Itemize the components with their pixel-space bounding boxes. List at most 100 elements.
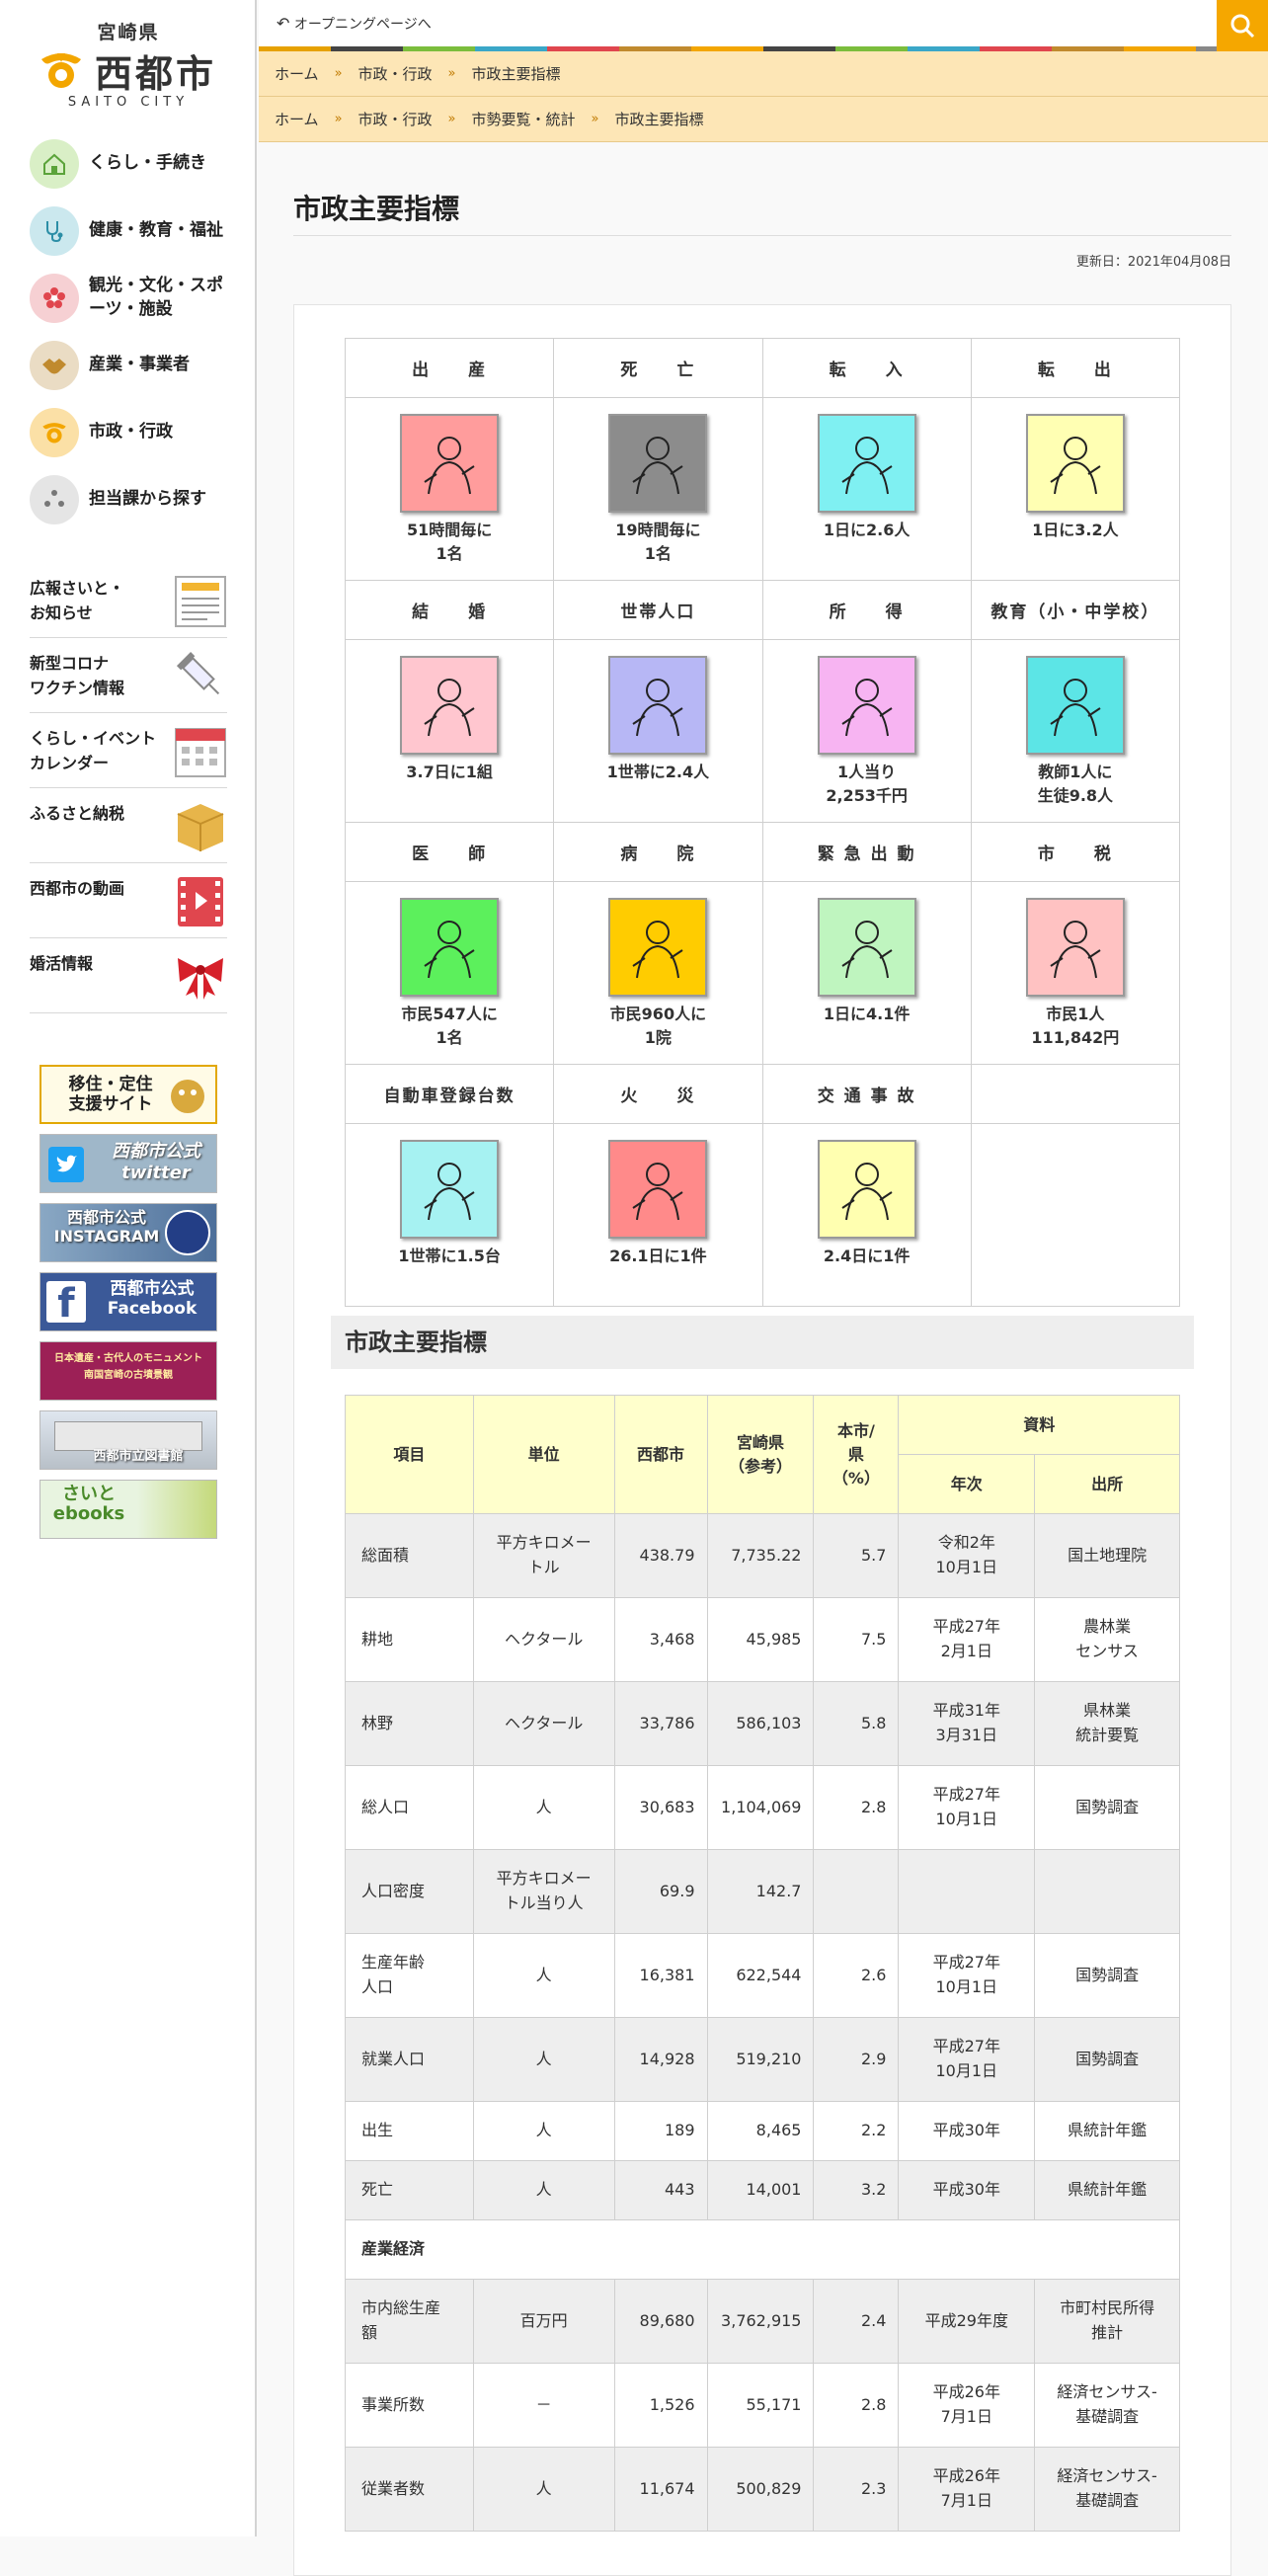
- indicator-caption: 1日に3.2人: [1032, 521, 1119, 539]
- banner-ebooks[interactable]: さいと ebooks: [40, 1480, 217, 1539]
- hospital-icon: [608, 898, 708, 997]
- cell-ratio: 7.5: [813, 1597, 900, 1682]
- banner-instagram[interactable]: 西都市公式 INSTAGRAM: [40, 1203, 217, 1262]
- breadcrumb-statistics[interactable]: 市勢要覧・統計: [472, 109, 576, 129]
- indicator-heading: 転 入: [761, 338, 972, 398]
- side-link-hometown-tax[interactable]: ふるさと納税: [30, 788, 227, 863]
- nav-label: 産業・事業者: [89, 355, 190, 375]
- table-row: 従業者数人 11,674 500,829 2.3 平成26年 7月1日 経済センサス- 基…: [345, 2447, 1180, 2532]
- table-row: 事業所数－ 1,526 55,171 2.8 平成26年 7月1日 経済センサス- 基礎調…: [345, 2363, 1180, 2448]
- side-link-marriage-info[interactable]: 婚活情報: [30, 938, 227, 1013]
- flower-icon: [30, 274, 79, 323]
- cell-unit: ヘクタール: [472, 1597, 615, 1682]
- city-emblem-icon[interactable]: [38, 49, 85, 91]
- indicator-caption: 1世帯に1.5台: [398, 1247, 501, 1265]
- table-row: 総面積 平方キロメー トル 438.79 7,735.22 5.7 令和2年 10月1日国…: [345, 1513, 1180, 1598]
- indicator-caption: 1人当り 2,253千円: [826, 763, 908, 805]
- breadcrumb-current: 市政主要指標: [614, 111, 704, 128]
- cell-city: 189: [613, 2101, 708, 2161]
- nav-label: 担当課から探す: [89, 489, 206, 510]
- nav-living-procedures[interactable]: くらし・手続き: [30, 136, 237, 192]
- banner-relocation-support[interactable]: 移住・定住 支援サイト: [40, 1065, 217, 1124]
- cell-origin: 県統計年鑑: [1034, 2101, 1180, 2161]
- cell-pref: 519,210: [706, 2017, 815, 2102]
- side-link-event-calendar[interactable]: くらし・イベント カレンダー: [30, 713, 227, 788]
- indicator-cell: 3.7日に1組: [344, 639, 555, 823]
- cell-city: 16,381: [613, 1933, 708, 2018]
- side-link-public-relations[interactable]: 広報さいと・ お知らせ: [30, 563, 227, 638]
- nav-search-by-department[interactable]: 担当課から探す: [30, 472, 237, 527]
- nav-label: 市政・行政: [89, 422, 173, 443]
- wedding-icon: [400, 656, 500, 755]
- indicator-heading: 交 通 事 故: [761, 1064, 972, 1124]
- cell-ratio: 2.8: [813, 1765, 900, 1850]
- move-out-icon: [1025, 414, 1125, 513]
- nav-city-administration[interactable]: 市政・行政: [30, 405, 237, 460]
- syringe-icon: [176, 651, 220, 695]
- nav-industry-business[interactable]: 産業・事業者: [30, 338, 237, 393]
- side-link-vaccine[interactable]: 新型コロナ ワクチン情報: [30, 638, 227, 713]
- indicator-heading: 転 出: [970, 338, 1181, 398]
- indicator-heading: 出 産: [344, 338, 555, 398]
- indicator-cell: 1日に2.6人: [761, 397, 972, 581]
- death-icon: [608, 414, 708, 513]
- teacher-icon: [1025, 656, 1125, 755]
- cell-year: 平成29年度: [898, 2279, 1036, 2364]
- nav-label: 健康・教育・福祉: [89, 220, 223, 241]
- banner-kofun-heritage[interactable]: 日本遺産・古代人のモニュメント 南国宮崎の古墳景観: [40, 1341, 217, 1401]
- indicator-caption: 1日に2.6人: [823, 521, 911, 539]
- side-link-city-videos[interactable]: 西都市の動画: [30, 863, 227, 938]
- table-subheading-row: 産業経済: [345, 2219, 1180, 2280]
- breadcrumb-current: 市政主要指標: [471, 65, 561, 83]
- cell-year: 平成27年 10月1日: [898, 1765, 1036, 1850]
- fire-icon: [608, 1140, 708, 1239]
- nav-label: 観光・文化・スポーツ・施設: [89, 276, 223, 319]
- cell-unit: 平方キロメー トル: [472, 1513, 615, 1598]
- cell-city: 3,468: [613, 1597, 708, 1682]
- video-icon: [178, 877, 223, 926]
- cell-origin: 国勢調査: [1034, 2017, 1180, 2102]
- cell-item: 総面積: [345, 1513, 474, 1598]
- tax-icon: [1025, 898, 1125, 997]
- breadcrumb-separator: »: [447, 112, 456, 126]
- table-row: 出生人 189 8,465 2.2 平成30年 県統計年鑑: [345, 2101, 1180, 2161]
- search-button[interactable]: [1217, 0, 1268, 51]
- cell-pref: 55,171: [706, 2363, 815, 2448]
- breadcrumb-administration[interactable]: 市政・行政: [358, 63, 433, 84]
- cell-pref: 8,465: [706, 2101, 815, 2161]
- cell-year: 平成31年 3月31日: [898, 1681, 1036, 1766]
- indicator-heading: 世帯人口: [553, 580, 763, 640]
- indicator-cell: 1世帯に2.4人: [553, 639, 763, 823]
- indicator-grid: 出 産死 亡転 入転 出 51時間毎に 1名 19時間毎に 1名 1日に2.6人 1日に…: [344, 338, 1181, 1307]
- indicator-heading: 死 亡: [553, 338, 763, 398]
- indicator-cell: [970, 1123, 1181, 1307]
- breadcrumb-home[interactable]: ホーム: [275, 109, 319, 129]
- side-link-label: 婚活情報: [30, 954, 94, 973]
- logo-city-name[interactable]: 西都市: [95, 43, 216, 98]
- cell-city: 1,526: [613, 2363, 708, 2448]
- nav-health-education-welfare[interactable]: 健康・教育・福祉: [30, 203, 237, 259]
- table-row: 人口密度 平方キロメー トル当り人 69.9 142.7: [345, 1849, 1180, 1934]
- breadcrumb-home[interactable]: ホーム: [275, 63, 319, 84]
- move-in-icon: [817, 414, 916, 513]
- library-building-icon: [54, 1421, 202, 1451]
- banner-facebook[interactable]: f 西都市公式 Facebook: [40, 1272, 217, 1331]
- cell-city: 33,786: [613, 1681, 708, 1766]
- people-icon: [30, 475, 79, 524]
- nav-tourism-culture-sports[interactable]: 観光・文化・スポーツ・施設: [30, 271, 237, 326]
- banner-city-library[interactable]: 西都市立図書館: [40, 1410, 217, 1470]
- banner-label: 西都市公式 Facebook: [107, 1279, 198, 1320]
- indicator-cell: 1日に4.1件: [761, 881, 972, 1065]
- indicator-table: 項目 単位 西都市 宮崎県 （参考） 本市/ 県 （%） 資料 年次 出所 総面…: [345, 1395, 1180, 2532]
- opening-page-link[interactable]: ↶ オープニングページへ: [277, 14, 432, 34]
- indicator-heading: [970, 1064, 1181, 1124]
- indicator-cell: 教師1人に 生徒9.8人: [970, 639, 1181, 823]
- indicator-heading: 結 婚: [344, 580, 555, 640]
- cell-year: 平成27年 10月1日: [898, 2017, 1036, 2102]
- banner-twitter[interactable]: 西都市公式 twitter: [40, 1134, 217, 1193]
- top-bar: ↶ オープニングページへ: [259, 0, 1268, 51]
- banner-label: 日本遺産・古代人のモニュメント 南国宮崎の古墳景観: [54, 1353, 202, 1381]
- breadcrumb-administration[interactable]: 市政・行政: [358, 109, 433, 129]
- indicator-caption: 市民960人に 1院: [609, 1005, 707, 1047]
- breadcrumb-separator: »: [334, 112, 343, 126]
